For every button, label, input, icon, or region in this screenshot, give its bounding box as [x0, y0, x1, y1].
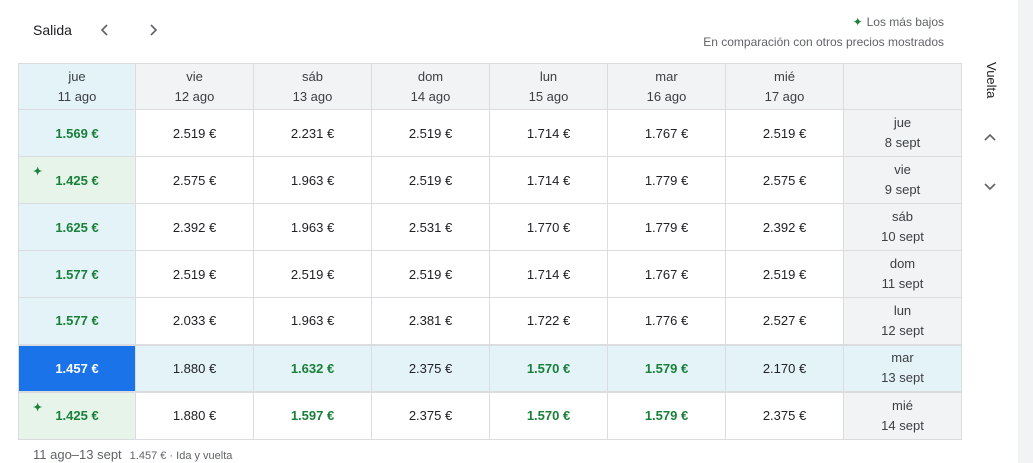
chevron-up-icon: [984, 133, 996, 141]
salida-label: Salida: [33, 22, 72, 38]
price-cell[interactable]: 2.381 €: [371, 297, 490, 345]
price-cell[interactable]: 2.531 €: [371, 203, 490, 251]
col-header-1[interactable]: vie 12 ago: [135, 63, 254, 110]
col-header-6[interactable]: mié 17 ago: [725, 63, 844, 110]
row-header[interactable]: vie 9 sept: [843, 156, 962, 204]
selected-row: 1.457 € 1.880 € 1.632 € 2.375 € 1.570 € …: [18, 343, 962, 393]
price-cell[interactable]: 2.375 €: [725, 391, 844, 440]
col-header-4[interactable]: lun 15 ago: [489, 63, 608, 110]
price-cell[interactable]: 1.625 €: [18, 203, 136, 251]
sparkle-icon: ✦: [33, 401, 43, 414]
sparkle-icon: ✦: [852, 15, 863, 29]
lowest-price-cell[interactable]: ✦ 1.425 €: [18, 391, 136, 440]
price-cell[interactable]: 1.597 €: [253, 391, 372, 440]
legend-subtitle: En comparación con otros precios mostrad…: [703, 35, 944, 49]
table-row: 1.569 € 2.519 € 2.231 € 2.519 € 1.714 € …: [18, 109, 962, 157]
price-legend: ✦ Los más bajos En comparación con otros…: [703, 12, 944, 52]
price-cell[interactable]: 2.033 €: [135, 297, 254, 345]
row-header[interactable]: mié 14 sept: [843, 391, 962, 440]
price-cell[interactable]: 2.519 €: [371, 156, 490, 204]
price-cell[interactable]: 1.570 €: [489, 343, 608, 393]
price-cell[interactable]: 1.779 €: [607, 203, 726, 251]
col-header-2[interactable]: sáb 13 ago: [253, 63, 372, 110]
prev-return-button[interactable]: [980, 128, 1000, 148]
col-header-5[interactable]: mar 16 ago: [607, 63, 726, 110]
price-cell[interactable]: 2.519 €: [253, 250, 372, 298]
price-cell[interactable]: 1.770 €: [489, 203, 608, 251]
price-cell[interactable]: 2.375 €: [371, 343, 490, 393]
price-cell[interactable]: 2.519 €: [371, 250, 490, 298]
scroll-edge: [1018, 0, 1033, 463]
price-cell[interactable]: 1.963 €: [253, 203, 372, 251]
price-cell[interactable]: 1.779 €: [607, 156, 726, 204]
price-cell[interactable]: 1.577 €: [18, 297, 136, 345]
selected-price-summary: 1.457 € · Ida y vuelta: [129, 450, 233, 462]
price-cell[interactable]: 1.767 €: [607, 109, 726, 157]
row-header[interactable]: jue 8 sept: [843, 109, 962, 157]
table-row: ✦ 1.425 € 1.880 € 1.597 € 2.375 € 1.570 €…: [18, 391, 962, 440]
header-row: jue 11 ago vie 12 ago sáb 13 ago dom 14 ago …: [18, 63, 962, 110]
row-header[interactable]: dom 11 sept: [843, 250, 962, 298]
sparkle-icon: ✦: [33, 166, 43, 178]
chevron-left-icon: [100, 24, 108, 36]
row-header[interactable]: mar 13 sept: [843, 343, 962, 393]
price-cell[interactable]: 2.519 €: [725, 109, 844, 157]
price-cell[interactable]: 1.880 €: [135, 391, 254, 440]
legend-title: Los más bajos: [866, 15, 944, 29]
price-cell[interactable]: 2.519 €: [725, 250, 844, 298]
price-cell[interactable]: 2.519 €: [371, 109, 490, 157]
next-week-button[interactable]: [141, 18, 165, 42]
price-cell[interactable]: 1.579 €: [607, 391, 726, 440]
table-row: 1.625 € 2.392 € 1.963 € 2.531 € 1.770 € …: [18, 203, 962, 251]
row-header[interactable]: sáb 10 sept: [843, 203, 962, 251]
price-cell[interactable]: 1.579 €: [607, 343, 726, 393]
chevron-right-icon: [150, 24, 158, 36]
table-row: ✦ 1.425 € 2.575 € 1.963 € 2.519 € 1.714 €…: [18, 156, 962, 204]
lowest-price-cell[interactable]: ✦ 1.425 €: [18, 156, 136, 204]
selected-price-cell[interactable]: 1.457 €: [18, 343, 136, 393]
next-return-button[interactable]: [980, 176, 1000, 196]
vuelta-label: Vuelta: [984, 62, 999, 99]
grid-corner: [843, 63, 962, 110]
price-cell[interactable]: 1.880 €: [135, 343, 254, 393]
price-cell[interactable]: 1.722 €: [489, 297, 608, 345]
price-cell[interactable]: 2.392 €: [725, 203, 844, 251]
price-cell[interactable]: 2.392 €: [135, 203, 254, 251]
selection-summary: 11 ago–13 sept 1.457 € · Ida y vuelta: [33, 447, 232, 462]
price-cell[interactable]: 1.714 €: [489, 156, 608, 204]
price-cell[interactable]: 1.963 €: [253, 297, 372, 345]
price-cell[interactable]: 2.575 €: [135, 156, 254, 204]
table-row: 1.577 € 2.033 € 1.963 € 2.381 € 1.722 € …: [18, 297, 962, 345]
selected-dates: 11 ago–13 sept: [33, 447, 122, 462]
price-cell[interactable]: 2.231 €: [253, 109, 372, 157]
chevron-down-icon: [984, 183, 996, 191]
date-price-grid: jue 11 ago vie 12 ago sáb 13 ago dom 14 ago …: [18, 63, 962, 440]
price-cell[interactable]: 1.767 €: [607, 250, 726, 298]
price-cell[interactable]: 2.519 €: [135, 250, 254, 298]
price-cell[interactable]: 2.375 €: [371, 391, 490, 440]
table-row: 1.577 € 2.519 € 2.519 € 2.519 € 1.714 € …: [18, 250, 962, 298]
price-cell[interactable]: 2.519 €: [135, 109, 254, 157]
price-cell[interactable]: 1.577 €: [18, 250, 136, 298]
price-cell[interactable]: 2.170 €: [725, 343, 844, 393]
price-cell[interactable]: 1.963 €: [253, 156, 372, 204]
price-cell[interactable]: 1.776 €: [607, 297, 726, 345]
col-header-0[interactable]: jue 11 ago: [18, 63, 136, 110]
price-cell[interactable]: 1.632 €: [253, 343, 372, 393]
price-cell[interactable]: 1.570 €: [489, 391, 608, 440]
prev-week-button[interactable]: [93, 18, 117, 42]
col-header-3[interactable]: dom 14 ago: [371, 63, 490, 110]
price-cell[interactable]: 1.714 €: [489, 109, 608, 157]
price-cell[interactable]: 1.714 €: [489, 250, 608, 298]
row-header[interactable]: lun 12 sept: [843, 297, 962, 345]
price-cell[interactable]: 2.575 €: [725, 156, 844, 204]
price-cell[interactable]: 2.527 €: [725, 297, 844, 345]
price-cell[interactable]: 1.569 €: [18, 109, 136, 157]
